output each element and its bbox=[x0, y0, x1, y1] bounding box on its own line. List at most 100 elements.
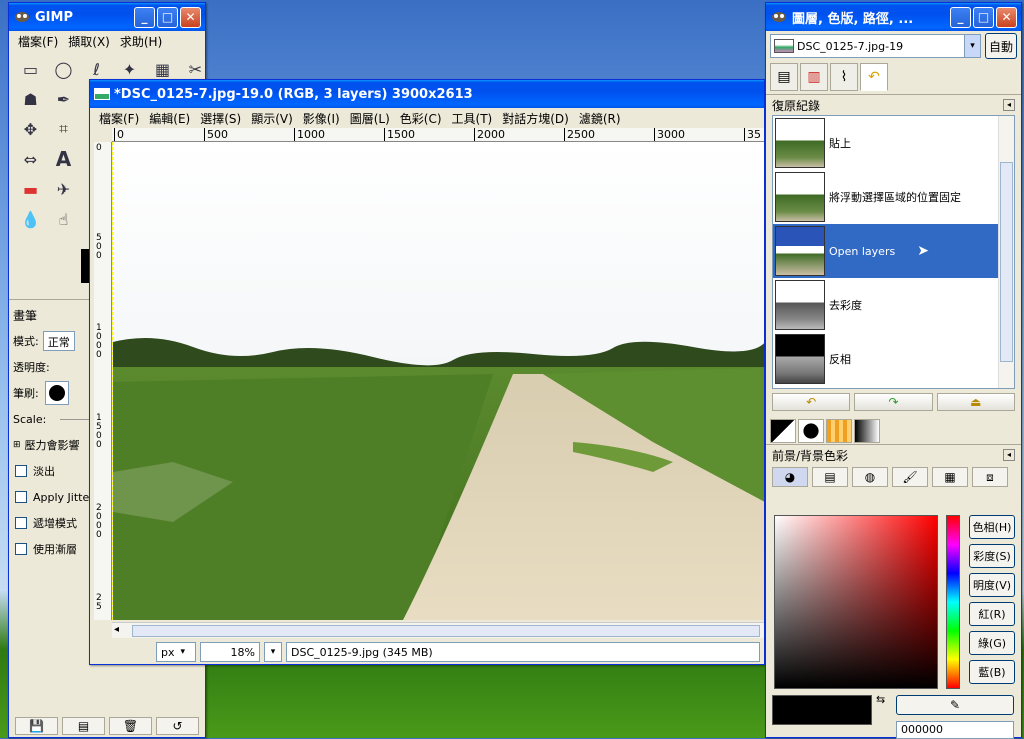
hex-input[interactable]: 000000 bbox=[896, 721, 1014, 739]
reset-options-icon[interactable]: ↺ bbox=[156, 717, 199, 735]
maximize-button[interactable]: □ bbox=[157, 7, 178, 28]
minimize-button[interactable]: _ bbox=[134, 7, 155, 28]
vertical-ruler[interactable]: 0 5 0 0 1 0 0 0 1 5 0 0 2 0 0 0 2 5 bbox=[94, 142, 112, 620]
blue-channel-button[interactable]: 藍(B) bbox=[969, 660, 1015, 684]
clear-history-icon[interactable]: ⏏ bbox=[936, 393, 1015, 411]
restore-options-icon[interactable]: ▤ bbox=[62, 717, 105, 735]
close-button[interactable]: ✕ bbox=[180, 7, 201, 28]
menu-file[interactable]: 檔案(F) bbox=[13, 33, 63, 50]
text-icon[interactable]: A bbox=[48, 145, 79, 173]
jitter-checkbox[interactable] bbox=[15, 491, 27, 503]
menu-acquire[interactable]: 擷取(X) bbox=[63, 33, 115, 50]
history-item[interactable]: 去彩度 bbox=[773, 278, 1014, 332]
blur-icon[interactable]: 💧 bbox=[15, 205, 46, 233]
color-square[interactable] bbox=[774, 515, 938, 689]
close-button[interactable]: ✕ bbox=[996, 7, 1017, 28]
flip-icon[interactable]: ⇔ bbox=[15, 145, 46, 173]
paths-tab-icon[interactable]: ⌇ bbox=[830, 63, 858, 91]
color-title: 前景/背景色彩 bbox=[772, 448, 849, 463]
opacity-label: 透明度: bbox=[13, 361, 50, 374]
img-menu-filters[interactable]: 濾鏡(R) bbox=[574, 110, 626, 127]
undo-history-tab-icon[interactable]: ↶ bbox=[860, 63, 888, 91]
history-item[interactable]: 反相 bbox=[773, 332, 1014, 386]
history-item-selected[interactable]: Open layers ➤ bbox=[773, 224, 1014, 278]
horizontal-ruler[interactable]: 0 500 1000 1500 2000 2500 3000 35 bbox=[112, 128, 764, 142]
mode-select[interactable]: 正常 bbox=[42, 331, 75, 351]
ruler-v-tick: 1 5 0 0 bbox=[96, 413, 102, 450]
img-menu-tools[interactable]: 工具(T) bbox=[447, 110, 498, 127]
red-channel-button[interactable]: 紅(R) bbox=[969, 602, 1015, 626]
img-menu-select[interactable]: 選擇(S) bbox=[195, 110, 246, 127]
watercolor-selector-icon[interactable]: 🖌 bbox=[892, 467, 928, 487]
toolbox-titlebar[interactable]: GIMP _ □ ✕ bbox=[9, 3, 205, 31]
chevron-down-icon: ▾ bbox=[964, 35, 980, 57]
save-options-icon[interactable]: 💾 bbox=[15, 717, 58, 735]
move-tool-icon[interactable]: ✥ bbox=[15, 115, 46, 143]
brush-preview[interactable] bbox=[44, 381, 69, 405]
history-item[interactable]: 將浮動選擇區域的位置固定 bbox=[773, 170, 1014, 224]
img-menu-layer[interactable]: 圖層(L) bbox=[345, 110, 395, 127]
img-menu-file[interactable]: 檔案(F) bbox=[94, 110, 144, 127]
horizontal-scrollbar[interactable]: ◂ bbox=[112, 622, 764, 638]
unit-select[interactable]: px ▾ bbox=[156, 642, 196, 662]
maximize-button[interactable]: □ bbox=[973, 7, 994, 28]
scales-selector-icon[interactable]: ⧈ bbox=[972, 467, 1008, 487]
smudge-icon[interactable]: ☝ bbox=[48, 205, 79, 233]
scroll-left-icon[interactable]: ◂ bbox=[114, 624, 119, 635]
history-scrollbar[interactable] bbox=[998, 116, 1014, 388]
brush-tab-icon[interactable] bbox=[798, 419, 824, 443]
layers-tab-icon[interactable]: ▤ bbox=[770, 63, 798, 91]
hue-slider[interactable] bbox=[946, 515, 960, 689]
color-history-button[interactable]: ✎ bbox=[896, 695, 1014, 715]
delete-options-icon[interactable]: 🗑 bbox=[109, 717, 152, 735]
fg-bg-tab-icon[interactable] bbox=[770, 419, 796, 443]
wheel-selector-icon[interactable]: ◍ bbox=[852, 467, 888, 487]
redo-icon[interactable]: ↷ bbox=[854, 393, 933, 411]
gimp-selector-icon[interactable]: ◕ bbox=[772, 467, 808, 487]
img-menu-colors[interactable]: 色彩(C) bbox=[395, 110, 447, 127]
zoom-value: 18% bbox=[230, 645, 255, 659]
fg-color-swatch[interactable] bbox=[772, 695, 872, 725]
paths-icon[interactable]: ✒ bbox=[48, 85, 79, 113]
foreground-select-icon[interactable]: ☗ bbox=[15, 85, 46, 113]
green-channel-button[interactable]: 綠(G) bbox=[969, 631, 1015, 655]
minimize-button[interactable]: _ bbox=[950, 7, 971, 28]
fade-checkbox[interactable] bbox=[15, 465, 27, 477]
swap-colors-icon[interactable]: ⇆ bbox=[876, 693, 885, 706]
history-item[interactable]: 貼上 bbox=[773, 116, 1014, 170]
airbrush-icon[interactable]: ✈ bbox=[48, 175, 79, 203]
value-channel-button[interactable]: 明度(V) bbox=[969, 573, 1015, 597]
gradient-checkbox[interactable] bbox=[15, 543, 27, 555]
image-titlebar[interactable]: *DSC_0125-7.jpg-19.0 (RGB, 3 layers) 390… bbox=[90, 80, 764, 108]
zoom-dropdown-icon[interactable]: ▾ bbox=[264, 642, 282, 662]
panel-menu-icon[interactable]: ◂ bbox=[1003, 99, 1015, 111]
expander-icon[interactable]: ⊞ bbox=[13, 440, 21, 450]
scroll-thumb[interactable] bbox=[132, 625, 760, 637]
img-menu-image[interactable]: 影像(I) bbox=[298, 110, 345, 127]
pattern-tab-icon[interactable] bbox=[826, 419, 852, 443]
crop-icon[interactable]: ⌗ bbox=[48, 115, 79, 143]
img-menu-edit[interactable]: 編輯(E) bbox=[144, 110, 195, 127]
incremental-checkbox[interactable] bbox=[15, 517, 27, 529]
gradient-tab-icon[interactable] bbox=[854, 419, 880, 443]
image-title: *DSC_0125-7.jpg-19.0 (RGB, 3 layers) 390… bbox=[114, 86, 473, 102]
rect-select-icon[interactable]: ▭ bbox=[15, 55, 46, 83]
eraser-icon[interactable]: ▬ bbox=[15, 175, 46, 203]
img-menu-dialogs[interactable]: 對話方塊(D) bbox=[497, 110, 574, 127]
palette-selector-icon[interactable]: ▦ bbox=[932, 467, 968, 487]
image-canvas[interactable] bbox=[112, 142, 764, 620]
auto-button[interactable]: 自動 bbox=[985, 33, 1017, 59]
image-combo[interactable]: DSC_0125-7.jpg-19 ▾ bbox=[770, 34, 981, 58]
undo-icon[interactable]: ↶ bbox=[772, 393, 851, 411]
panel-menu-icon[interactable]: ◂ bbox=[1003, 449, 1015, 461]
img-menu-view[interactable]: 顯示(V) bbox=[246, 110, 298, 127]
menu-help[interactable]: 求助(H) bbox=[115, 33, 167, 50]
hue-channel-button[interactable]: 色相(H) bbox=[969, 515, 1015, 539]
zoom-input[interactable]: 18% bbox=[200, 642, 260, 662]
scroll-thumb[interactable] bbox=[1000, 162, 1013, 362]
channels-tab-icon[interactable]: ▥ bbox=[800, 63, 828, 91]
saturation-channel-button[interactable]: 彩度(S) bbox=[969, 544, 1015, 568]
ellipse-select-icon[interactable]: ◯ bbox=[48, 55, 79, 83]
cmyk-selector-icon[interactable]: ▤ bbox=[812, 467, 848, 487]
dock-titlebar[interactable]: 圖層, 色版, 路徑, ... _ □ ✕ bbox=[766, 3, 1021, 31]
